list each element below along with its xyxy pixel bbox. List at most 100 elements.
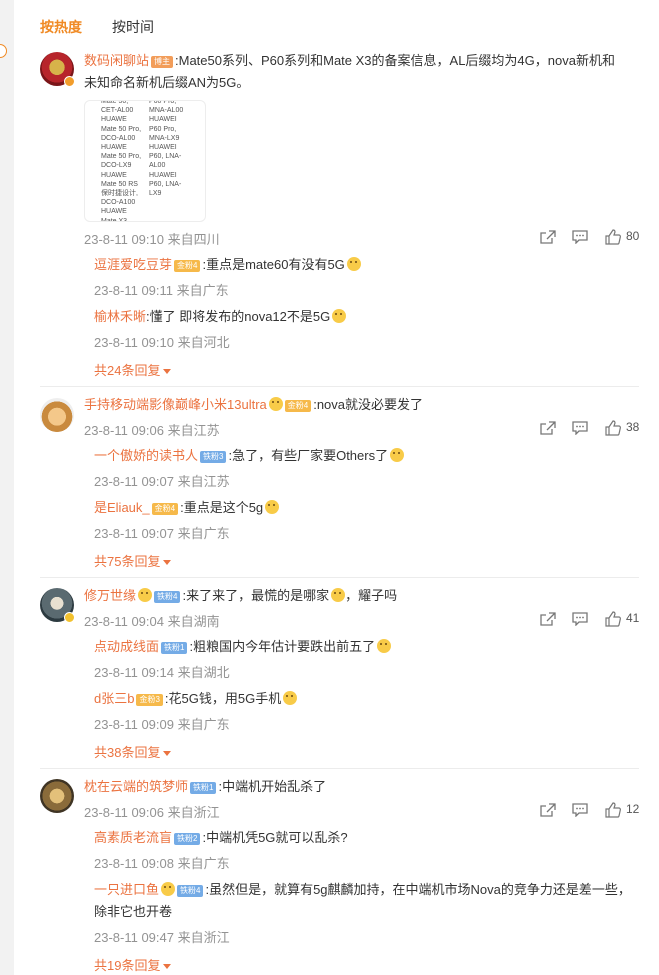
reply-item: 是Eliauk_ 金粉4:重点是这个5g: [94, 497, 280, 519]
reply-username[interactable]: d张三b: [94, 691, 134, 706]
user-badge: 金粉3: [136, 694, 163, 706]
more-replies-link[interactable]: 共19条回复: [94, 955, 172, 974]
caret-down-icon: [163, 751, 172, 756]
reply-username[interactable]: 逗涯爱吃豆芽: [94, 257, 172, 272]
fan-emoji-icon: [268, 397, 283, 411]
comment-time: 23-8-11 09:04 来自湖南: [84, 614, 220, 629]
reply-username[interactable]: 点动成线面: [94, 639, 159, 654]
comment-time: 23-8-11 09:06 来自江苏: [84, 423, 220, 438]
like-count: 80: [626, 229, 640, 243]
comment-time: 23-8-11 09:10 来自四川: [84, 232, 220, 247]
username[interactable]: 修万世缘: [84, 588, 136, 603]
reply-username[interactable]: 榆林禾晰: [94, 309, 146, 324]
share-icon[interactable]: [540, 230, 556, 244]
reply-body-cont: 除非它也开卷: [94, 904, 173, 919]
reply-body: :重点是mate60有没有5G: [202, 257, 345, 272]
emoji-icon: [377, 639, 392, 653]
user-badge: 金粉4: [284, 400, 312, 412]
image-text-right: P60 Pro, MNA-AL00 HUAWEI P60 Pro, MNA-LX…: [149, 100, 184, 198]
comment-text-cont: 未知命名新机后缀AN为5G。: [84, 75, 250, 90]
like-icon[interactable]: [605, 802, 621, 818]
comment-icon[interactable]: [572, 230, 588, 244]
share-icon[interactable]: [540, 803, 556, 817]
like-count: 12: [626, 802, 640, 816]
like-icon[interactable]: [605, 229, 621, 245]
reply-time: 23-8-11 09:47 来自浙江: [94, 930, 230, 945]
comment-actions: 12: [540, 802, 650, 820]
user-badge: 铁粉2: [174, 833, 201, 845]
share-icon[interactable]: [540, 612, 556, 626]
tab-sort-hot[interactable]: 按热度: [40, 17, 82, 37]
reply-item: 逗涯爱吃豆芽 金粉4:重点是mate60有没有5G: [94, 254, 361, 276]
username[interactable]: 数码闲聊站: [84, 53, 149, 68]
more-replies-link[interactable]: 共38条回复: [94, 742, 172, 761]
username[interactable]: 手持移动端影像巅峰小米13ultra: [84, 397, 267, 412]
comment-time: 23-8-11 09:06 来自浙江: [84, 805, 220, 820]
reply-time: 23-8-11 09:08 来自广东: [94, 856, 230, 871]
comment-image[interactable]: Mate 50, CET-AL00 HUAWE Mate 50 Pro, DCO…: [84, 100, 206, 222]
comment-icon[interactable]: [572, 421, 588, 435]
caret-down-icon: [163, 560, 172, 565]
comment-body: :Mate50系列、P60系列和Mate X3的备案信息，AL后缀均为4G，no…: [175, 53, 615, 68]
comment-text: 手持移动端影像巅峰小米13ultra 金粉4:nova就没必要发了: [84, 394, 639, 416]
emoji-icon: [265, 500, 280, 514]
reply-item: 一只进口鱼 铁粉4:虽然但是，就算有5g麒麟加持，在中端机市场Nova的竞争力还是…: [94, 879, 631, 901]
reply-username[interactable]: 高素质老流盲: [94, 830, 172, 845]
comment-icon[interactable]: [572, 612, 588, 626]
divider: [40, 768, 639, 769]
comment-body: :nova就没必要发了: [313, 397, 424, 412]
comment-icon[interactable]: [572, 803, 588, 817]
comment-text: 修万世缘 铁粉4:来了来了，最慌的是哪家 ，耀子吗: [84, 585, 639, 607]
left-panel-edge: [0, 0, 14, 975]
verified-badge: [64, 76, 75, 87]
reply-item: 高素质老流盲 铁粉2:中端机凭5G就可以乱杀?: [94, 827, 348, 849]
comment-actions: 80: [540, 229, 650, 247]
comment-text: 数码闲聊站 博主:Mate50系列、P60系列和Mate X3的备案信息，AL后缀…: [84, 50, 639, 72]
avatar[interactable]: [40, 779, 74, 813]
reply-body: :急了，有些厂家要Others了: [228, 448, 389, 463]
user-badge: 金粉4: [151, 503, 179, 515]
like-icon[interactable]: [605, 611, 621, 627]
user-badge: 博主: [151, 56, 174, 68]
avatar[interactable]: [40, 398, 74, 432]
user-badge: 铁粉1: [190, 782, 217, 794]
emoji-icon: [283, 691, 298, 705]
reply-time: 23-8-11 09:07 来自江苏: [94, 474, 230, 489]
like-icon[interactable]: [605, 420, 621, 436]
comment-actions: 38: [540, 420, 650, 438]
user-badge: 铁粉3: [200, 451, 227, 463]
comment-body: :来了来了，最慌的是哪家: [182, 588, 330, 603]
user-badge: 金粉4: [174, 260, 201, 272]
emoji-icon: [332, 309, 347, 323]
divider: [40, 386, 639, 387]
reply-time: 23-8-11 09:07 来自广东: [94, 526, 230, 541]
reply-username[interactable]: 一只进口鱼: [94, 882, 159, 897]
more-replies-label: 共24条回复: [94, 363, 161, 378]
reply-username[interactable]: 是Eliauk_: [94, 500, 150, 515]
more-replies-label: 共38条回复: [94, 745, 161, 760]
more-replies-link[interactable]: 共75条回复: [94, 551, 172, 570]
username[interactable]: 枕在云端的筑梦师: [84, 779, 188, 794]
emoji-icon: [390, 448, 405, 462]
more-replies-label: 共19条回复: [94, 958, 161, 973]
caret-down-icon: [163, 369, 172, 374]
divider: [40, 577, 639, 578]
share-icon[interactable]: [540, 421, 556, 435]
reply-item: 榆林禾晰:懂了 即将发布的nova12不是5G: [94, 306, 347, 328]
image-text-left: Mate 50, CET-AL00 HUAWE Mate 50 Pro, DCO…: [101, 100, 142, 222]
comment-actions: 41: [540, 611, 650, 629]
reply-body: :花5G钱，用5G手机: [164, 691, 282, 706]
reply-time: 23-8-11 09:11 来自广东: [94, 283, 229, 298]
like-count: 38: [626, 420, 640, 434]
comment-text: 枕在云端的筑梦师 铁粉1:中端机开始乱杀了: [84, 776, 639, 798]
fan-emoji-icon: [161, 882, 176, 896]
reply-username[interactable]: 一个傲娇的读书人: [94, 448, 198, 463]
user-badge: 铁粉1: [161, 642, 188, 654]
reply-body: :懂了 即将发布的nova12不是5G: [146, 309, 331, 324]
emoji-icon: [331, 588, 346, 602]
reply-time: 23-8-11 09:09 来自广东: [94, 717, 230, 732]
reply-time: 23-8-11 09:10 来自河北: [94, 335, 230, 350]
more-replies-link[interactable]: 共24条回复: [94, 360, 172, 379]
tab-sort-time[interactable]: 按时间: [112, 17, 154, 37]
like-count: 41: [626, 611, 640, 625]
